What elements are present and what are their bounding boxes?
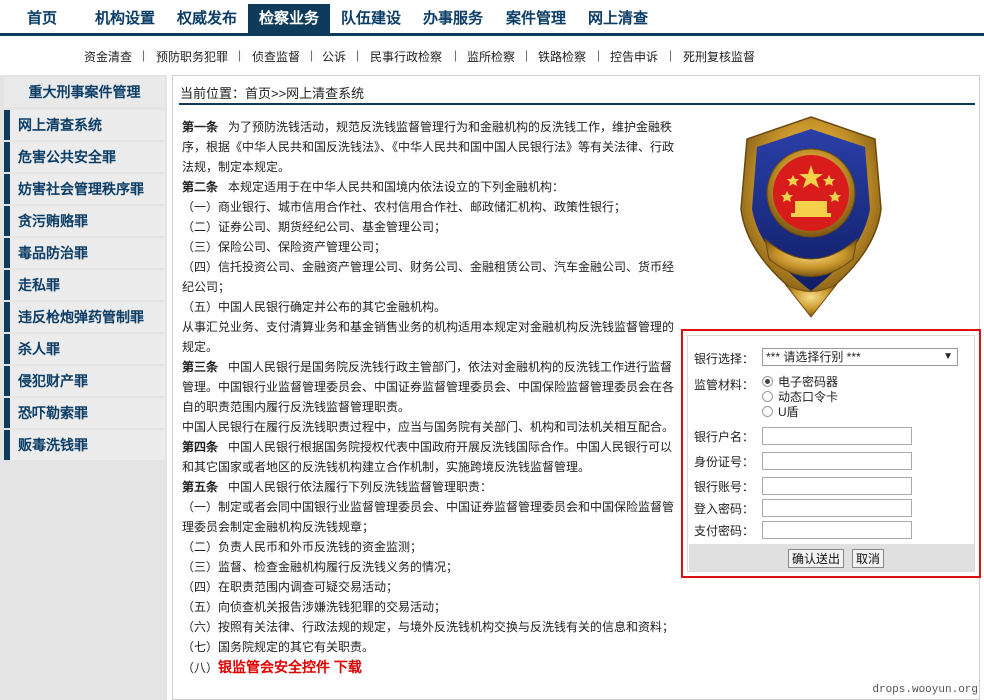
subnav-railway-inspection[interactable]: 铁路检察 bbox=[538, 48, 586, 65]
subnav-separator: | bbox=[142, 48, 146, 62]
article-5-item: （四）在职责范围内调查可疑交易活动； bbox=[182, 580, 399, 594]
breadcrumb-divider bbox=[179, 103, 975, 105]
sidebar-item-online-check[interactable]: 网上清查系统 bbox=[4, 110, 165, 140]
subnav-separator: | bbox=[310, 48, 314, 62]
nav-team-building[interactable]: 队伍建设 bbox=[330, 4, 412, 36]
account-number-input[interactable] bbox=[762, 477, 912, 495]
article-5-item: （七）国务院规定的其它有关职责。 bbox=[182, 640, 375, 654]
bank-select[interactable]: *** 请选择行别 *** ▼ bbox=[762, 348, 958, 366]
regulation-text: 第一条 为了预防洗钱活动，规范反洗钱监督管理行为和金融机构的反洗钱工作，维护金融… bbox=[182, 117, 677, 678]
sidebar-item-corruption[interactable]: 贪污贿赂罪 bbox=[4, 206, 165, 236]
sidebar-item-money-laundering[interactable]: 贩毒洗钱罪 bbox=[4, 430, 165, 460]
sidebar-item-extortion[interactable]: 恐吓勒索罪 bbox=[4, 398, 165, 428]
account-name-label: 银行户名： bbox=[694, 430, 755, 444]
nav-authority-release[interactable]: 权威发布 bbox=[166, 4, 248, 36]
subnav-death-penalty-review[interactable]: 死刑复核监督 bbox=[683, 48, 755, 65]
article-2-tail: 从事汇兑业务、支付清算业务和基金销售业务的机构适用本规定对金融机构反洗钱监督管理… bbox=[182, 320, 675, 354]
chevron-down-icon: ▼ bbox=[943, 351, 953, 362]
security-control-download-link[interactable]: 银监管会安全控件 下载 bbox=[218, 659, 362, 675]
article-5-last: （八）银监管会安全控件 下载 bbox=[182, 659, 362, 675]
main-content: 当前位置：首页>>网上清查系统 第一条 为了预防洗钱活动，规范反洗钱监督管理行为… bbox=[172, 75, 981, 700]
sidebar-item-homicide[interactable]: 杀人罪 bbox=[4, 334, 165, 364]
article-5-item: （一）制定或者会同中国银行业监督管理委员会、中国证券监督管理委员会和中国保险监督… bbox=[182, 500, 675, 534]
article-2-item: （三）保险公司、保险资产管理公司； bbox=[182, 240, 387, 254]
bank-select-label: 银行选择： bbox=[694, 352, 755, 366]
article-2-item: （五）中国人民银行确定并公布的其它金融机构。 bbox=[182, 300, 447, 314]
subnav-separator: | bbox=[525, 48, 529, 62]
article-2: 第二条 本规定适用于在中华人民共和国境内依法设立的下列金融机构： bbox=[182, 180, 565, 194]
article-5-item: （二）负责人民币和外币反洗钱的资金监测； bbox=[182, 540, 423, 554]
watermark: drops.wooyun.org bbox=[872, 684, 978, 696]
sidebar-item-public-safety[interactable]: 危害公共安全罪 bbox=[4, 142, 165, 172]
subnav-separator: | bbox=[669, 48, 673, 62]
article-3: 第三条 中国人民银行是国务院反洗钱行政主管部门，依法对金融机构的反洗钱工作进行监… bbox=[182, 360, 675, 414]
form-button-bar: 确认送出 取消 bbox=[689, 544, 974, 572]
material-label: 监管材料： bbox=[694, 378, 755, 392]
login-password-label: 登入密码： bbox=[694, 502, 755, 516]
subnav-separator: | bbox=[238, 48, 242, 62]
article-2-item: （四）信托投资公司、金融资产管理公司、财务公司、金融租赁公司、汽车金融公司、货币… bbox=[182, 260, 675, 294]
subnav-prison-inspection[interactable]: 监所检察 bbox=[467, 48, 515, 65]
subnav-crime-prevention[interactable]: 预防职务犯罪 bbox=[156, 48, 228, 65]
cancel-button[interactable]: 取消 bbox=[852, 549, 885, 568]
nav-home[interactable]: 首页 bbox=[0, 4, 84, 36]
sub-navigation: 资金清查 | 预防职务犯罪 | 侦查监督 | 公诉 | 民事行政检察 | 监所检… bbox=[0, 39, 984, 71]
subnav-prosecution[interactable]: 公诉 bbox=[322, 48, 346, 65]
sidebar-title: 重大刑事案件管理 bbox=[4, 77, 165, 107]
id-number-input[interactable] bbox=[762, 452, 912, 470]
subnav-separator: | bbox=[454, 48, 458, 62]
sidebar-item-firearms[interactable]: 违反枪炮弹药管制罪 bbox=[4, 302, 165, 332]
nav-procuratorate-business[interactable]: 检察业务 bbox=[248, 4, 330, 36]
article-5-item: （三）监督、检查金融机构履行反洗钱义务的情况； bbox=[182, 560, 459, 574]
breadcrumb: 当前位置：首页>>网上清查系统 bbox=[180, 86, 365, 101]
bank-verification-form: 银行选择： *** 请选择行别 *** ▼ 监管材料： 电子密码器 动态口令卡 … bbox=[681, 329, 981, 578]
nav-online-check[interactable]: 网上清查 bbox=[578, 4, 658, 36]
nav-services[interactable]: 办事服务 bbox=[412, 4, 494, 36]
article-5-item: （六）按照有关法律、行政法规的规定，与境外反洗钱机构交换与反洗钱有关的信息和资料… bbox=[182, 620, 675, 634]
article-2-item: （一）商业银行、城市信用合作社、农村信用合作社、邮政储汇机构、政策性银行； bbox=[182, 200, 627, 214]
account-name-input[interactable] bbox=[762, 427, 912, 445]
payment-password-input[interactable] bbox=[762, 521, 912, 539]
article-1: 第一条 为了预防洗钱活动，规范反洗钱监督管理行为和金融机构的反洗钱工作，维护金融… bbox=[182, 120, 675, 174]
form-panel: 银行选择： *** 请选择行别 *** ▼ 监管材料： 电子密码器 动态口令卡 … bbox=[687, 335, 975, 572]
article-5: 第五条 中国人民银行依法履行下列反洗钱监督管理职责： bbox=[182, 480, 493, 494]
nav-case-management[interactable]: 案件管理 bbox=[494, 4, 578, 36]
top-navigation: 首页 机构设置 权威发布 检察业务 队伍建设 办事服务 案件管理 网上清查 bbox=[0, 0, 984, 36]
subnav-civil-administrative[interactable]: 民事行政检察 bbox=[370, 48, 442, 65]
submit-button[interactable]: 确认送出 bbox=[788, 549, 845, 568]
police-emblem-icon bbox=[740, 116, 882, 318]
subnav-investigation[interactable]: 侦查监督 bbox=[252, 48, 300, 65]
sidebar-item-property[interactable]: 侵犯财产罪 bbox=[4, 366, 165, 396]
payment-password-label: 支付密码： bbox=[694, 524, 755, 538]
sidebar-item-social-order[interactable]: 妨害社会管理秩序罪 bbox=[4, 174, 165, 204]
account-number-label: 银行账号： bbox=[694, 480, 755, 494]
article-5-item: （五）向侦查机关报告涉嫌洗钱犯罪的交易活动； bbox=[182, 600, 447, 614]
subnav-complaint[interactable]: 控告申诉 bbox=[610, 48, 658, 65]
id-number-label: 身份证号： bbox=[694, 455, 755, 469]
subnav-fund-check[interactable]: 资金清查 bbox=[84, 48, 132, 65]
sidebar-item-drugs[interactable]: 毒品防治罪 bbox=[4, 238, 165, 268]
article-4: 第四条 中国人民银行根据国务院授权代表中国政府开展反洗钱国际合作。中国人民银行可… bbox=[182, 440, 673, 474]
subnav-separator: | bbox=[356, 48, 360, 62]
sidebar: 重大刑事案件管理 网上清查系统 危害公共安全罪 妨害社会管理秩序罪 贪污贿赂罪 … bbox=[0, 75, 167, 700]
radio-usb-key[interactable]: U盾 bbox=[762, 403, 799, 420]
article-3-tail: 中国人民银行在履行反洗钱职责过程中，应当与国务院有关部门、机构和司法机关相互配合… bbox=[182, 420, 675, 434]
article-2-item: （二）证券公司、期货经纪公司、基金管理公司； bbox=[182, 220, 447, 234]
subnav-separator: | bbox=[597, 48, 601, 62]
login-password-input[interactable] bbox=[762, 499, 912, 517]
nav-organization[interactable]: 机构设置 bbox=[84, 4, 166, 36]
sidebar-item-smuggling[interactable]: 走私罪 bbox=[4, 270, 165, 300]
